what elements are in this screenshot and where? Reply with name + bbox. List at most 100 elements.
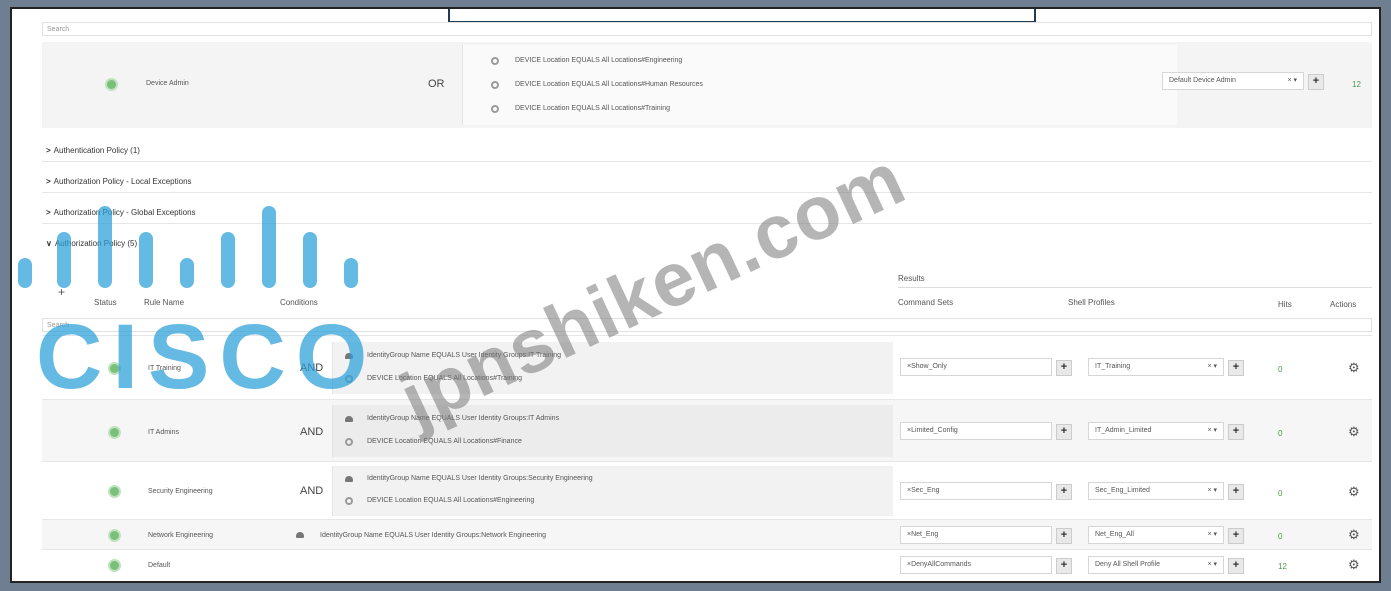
header-rule-name: Rule Name (144, 298, 185, 307)
dropdown-icon: × ▾ (1207, 363, 1217, 370)
section-authentication-policy[interactable]: > Authentication Policy (1) (42, 140, 1372, 162)
condition-text: DEVICE Location EQUALS All Locations#Eng… (515, 57, 683, 64)
condition-text: DEVICE Location EQUALS All Locations#Fin… (367, 438, 522, 445)
chevron-right-icon: > (46, 208, 51, 217)
condition-operator: AND (300, 485, 324, 497)
result-value: Default Device Admin (1169, 77, 1236, 84)
condition-text: DEVICE Location EQUALS All Locations#Hum… (515, 81, 703, 88)
add-shell-profile-button[interactable]: + (1228, 484, 1244, 500)
header-shell-profiles: Shell Profiles (1068, 298, 1115, 307)
hits-count: 0 (1278, 429, 1283, 438)
command-set-select[interactable]: ×Show_Only (900, 358, 1052, 376)
section-authorization-local-exceptions[interactable]: > Authorization Policy - Local Exceptions (42, 171, 1372, 193)
add-shell-profile-button[interactable]: + (1228, 558, 1244, 574)
header-actions: Actions (1330, 300, 1357, 309)
command-set-select[interactable]: ×Sec_Eng (900, 482, 1052, 500)
result-select[interactable]: Default Device Admin × ▾ (1162, 72, 1304, 90)
rule-name: Device Admin (146, 80, 189, 87)
hits-count: 0 (1278, 489, 1283, 498)
conditions-box[interactable]: DEVICE Location EQUALS All Locations#Eng… (462, 45, 1177, 125)
dropdown-icon: × ▾ (1207, 561, 1217, 568)
conditions-panel[interactable]: IdentityGroup Name EQUALS User Identity … (332, 342, 893, 394)
user-group-icon (345, 416, 353, 422)
search-input[interactable]: Search (42, 22, 1372, 36)
section-authorization-policy[interactable]: ∨ Authorization Policy (5) (42, 233, 1372, 255)
shell-profile-select[interactable]: IT_Training × ▾ (1088, 358, 1224, 376)
shell-profile-select[interactable]: Deny All Shell Profile × ▾ (1088, 556, 1224, 574)
gear-icon[interactable]: ⚙ (1348, 527, 1360, 543)
user-group-icon (345, 353, 353, 359)
location-icon (345, 497, 353, 505)
shell-profile-select[interactable]: IT_Admin_Limited × ▾ (1088, 422, 1224, 440)
add-command-set-button[interactable]: + (1056, 558, 1072, 574)
condition-icon (491, 57, 499, 65)
status-check-icon (108, 559, 121, 572)
chevron-down-icon: ∨ (46, 239, 52, 248)
add-command-set-button[interactable]: + (1056, 484, 1072, 500)
table-row[interactable]: Default ×DenyAllCommands + Deny All Shel… (42, 549, 1372, 579)
gear-icon[interactable]: ⚙ (1348, 557, 1360, 573)
table-row[interactable]: IT Admins AND IdentityGroup Name EQUALS … (42, 399, 1372, 461)
add-button[interactable]: + (1308, 74, 1324, 90)
hits-count: 0 (1278, 532, 1283, 541)
user-group-icon (296, 532, 304, 538)
gear-icon[interactable]: ⚙ (1348, 484, 1360, 500)
status-check-icon (108, 426, 121, 439)
rule-name: Network Engineering (148, 532, 213, 539)
condition-operator: OR (428, 78, 445, 90)
dropdown-icon: × ▾ (1287, 77, 1297, 84)
policy-set-panel: Search Device Admin OR DEVICE Location E… (10, 7, 1381, 583)
add-command-set-button[interactable]: + (1056, 360, 1072, 376)
add-shell-profile-button[interactable]: + (1228, 360, 1244, 376)
command-set-select[interactable]: ×DenyAllCommands (900, 556, 1052, 574)
results-header: Results (898, 274, 925, 283)
condition-text: IdentityGroup Name EQUALS User Identity … (367, 475, 593, 482)
add-command-set-button[interactable]: + (1056, 424, 1072, 440)
rule-name: Default (148, 562, 171, 569)
table-search-input[interactable]: Search (42, 318, 1372, 332)
location-icon (345, 438, 353, 446)
add-shell-profile-button[interactable]: + (1228, 528, 1244, 544)
command-set-select[interactable]: ×Limited_Config (900, 422, 1052, 440)
condition-text: DEVICE Location EQUALS All Locations#Tra… (515, 105, 670, 112)
header-command-sets: Command Sets (898, 298, 954, 307)
user-group-icon (345, 476, 353, 482)
top-edit-box[interactable] (448, 9, 1036, 23)
condition-icon (491, 105, 499, 113)
chevron-right-icon: > (46, 146, 51, 155)
rule-name: IT Training (148, 365, 181, 372)
condition-operator: AND (300, 362, 324, 374)
rule-name: IT Admins (148, 429, 179, 436)
table-row[interactable]: Network Engineering IdentityGroup Name E… (42, 519, 1372, 549)
conditions-panel[interactable]: IdentityGroup Name EQUALS User Identity … (332, 466, 893, 516)
section-authorization-global-exceptions[interactable]: > Authorization Policy - Global Exception… (42, 202, 1372, 224)
table-row[interactable]: IT Training AND IdentityGroup Name EQUAL… (42, 335, 1372, 399)
dropdown-icon: × ▾ (1207, 487, 1217, 494)
gear-icon[interactable]: ⚙ (1348, 424, 1360, 440)
header-hits: Hits (1278, 300, 1292, 309)
condition-text: IdentityGroup Name EQUALS User Identity … (367, 352, 562, 359)
gear-icon[interactable]: ⚙ (1348, 360, 1360, 376)
status-check-icon (108, 529, 121, 542)
add-rule-icon[interactable]: + (58, 285, 65, 299)
add-command-set-button[interactable]: + (1056, 528, 1072, 544)
command-set-select[interactable]: ×Net_Eng (900, 526, 1052, 544)
shell-profile-select[interactable]: Net_Eng_All × ▾ (1088, 526, 1224, 544)
location-icon (345, 375, 353, 383)
dropdown-icon: × ▾ (1207, 427, 1217, 434)
shell-profile-select[interactable]: Sec_Eng_Limited × ▾ (1088, 482, 1224, 500)
condition-text: IdentityGroup Name EQUALS User Identity … (367, 415, 560, 422)
hits-count: 12 (1352, 80, 1361, 89)
chevron-right-icon: > (46, 177, 51, 186)
condition-text: DEVICE Location EQUALS All Locations#Tra… (367, 375, 522, 382)
add-shell-profile-button[interactable]: + (1228, 424, 1244, 440)
rule-name: Security Engineering (148, 488, 213, 495)
condition-text: IdentityGroup Name EQUALS User Identity … (320, 532, 547, 539)
status-check-icon (108, 485, 121, 498)
status-check-icon (105, 78, 118, 91)
status-check-icon (108, 362, 121, 375)
conditions-panel[interactable]: IdentityGroup Name EQUALS User Identity … (332, 405, 893, 457)
table-row[interactable]: Security Engineering AND IdentityGroup N… (42, 461, 1372, 519)
header-status: Status (94, 298, 117, 307)
condition-text: DEVICE Location EQUALS All Locations#Eng… (367, 497, 535, 504)
